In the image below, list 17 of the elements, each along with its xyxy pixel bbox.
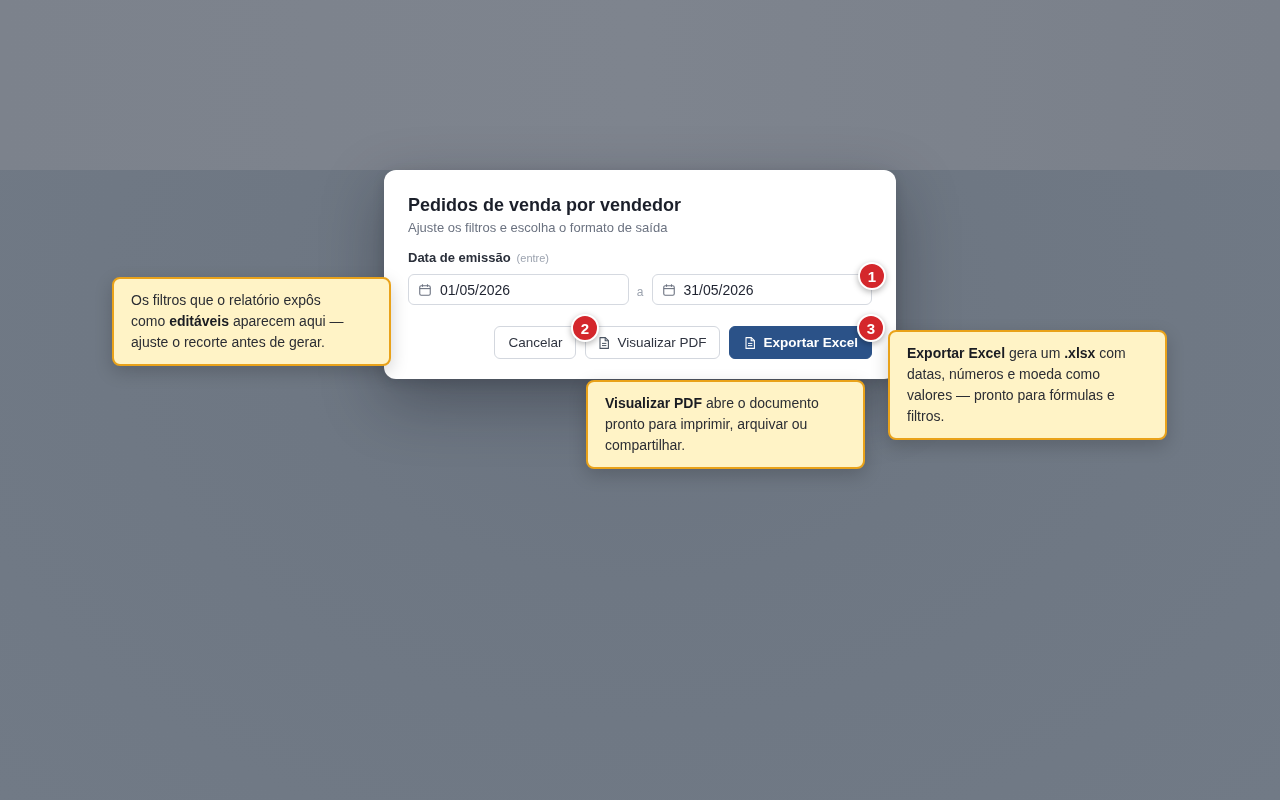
step-marker: 3 — [857, 314, 885, 342]
step-marker: 2 — [571, 314, 599, 342]
dialog-title: Pedidos de venda por vendedor — [408, 194, 683, 216]
field-hint: (entre) — [516, 252, 549, 264]
step-marker: 1 — [858, 262, 886, 290]
cancel-button[interactable]: Cancelar — [494, 326, 577, 359]
range-separator: a — [635, 283, 645, 299]
start-date-field[interactable]: 01/05/2026 — [408, 274, 629, 305]
calendar-icon — [419, 283, 431, 296]
calendar-icon — [662, 283, 675, 296]
document-icon — [599, 336, 610, 349]
dialog-subtitle: Ajuste os filtros e escolha o formato de saída — [408, 219, 669, 237]
document-icon — [745, 336, 756, 349]
callout-note: Visualizar PDF abre o documento pronto para imprimir, arquivar ou compartilhar. — [586, 380, 865, 469]
callout-note: Exportar Excel gera um .xlsx com datas, números e moeda como valores — pronto para fórmulas e filtros. — [888, 330, 1167, 440]
callout-note: Os filtros que o relatório expôs como editáveis aparecem aqui — ajuste o recorte antes de gerar. — [112, 277, 391, 366]
field-label: Data de emissão — [408, 250, 511, 266]
